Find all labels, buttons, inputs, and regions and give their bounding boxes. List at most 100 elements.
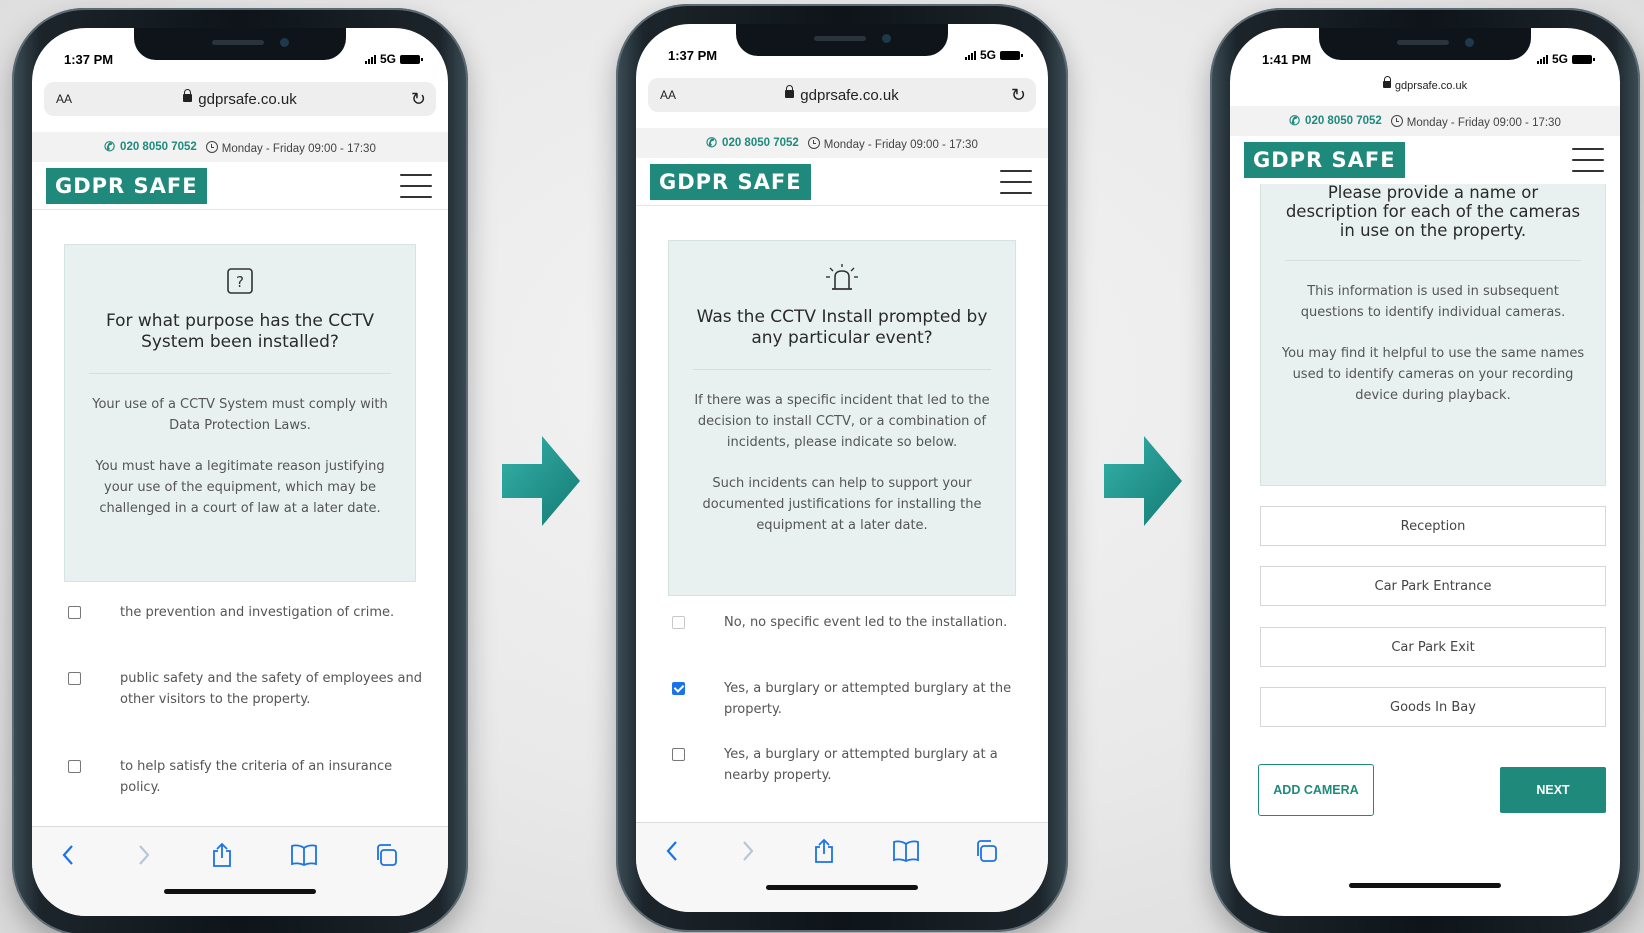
checkbox[interactable] [68,672,81,685]
notch [134,28,346,60]
phone-link[interactable]: ✆ 020 8050 7052 [706,135,799,151]
opening-hours: Monday - Friday 09:00 - 17:30 [1390,114,1561,129]
option-item[interactable]: the prevention and investigation of crim… [68,602,430,623]
address-bar-compact[interactable]: gdprsafe.co.uk [1230,76,1620,92]
question-title: Please provide a name or description for… [1285,183,1581,261]
flow-arrow-icon [1104,436,1182,526]
url-domain: gdprsafe.co.uk [800,86,899,104]
phone-link[interactable]: ✆ 020 8050 7052 [104,139,197,155]
address-bar[interactable]: AA gdprsafe.co.uk ↻ [648,78,1036,112]
signal-icon [364,54,376,64]
back-icon[interactable] [658,837,686,865]
question-description: This information is used in subsequent q… [1279,281,1587,406]
bookmarks-icon[interactable] [290,841,318,869]
phone-number: 020 8050 7052 [722,137,799,149]
hamburger-menu-icon[interactable] [1572,148,1604,172]
logo[interactable]: GDPR SAFE [46,168,207,204]
option-item[interactable]: to help satisfy the criteria of an insur… [68,756,430,798]
option-label: Yes, a burglary or attempted burglary at… [724,681,1012,717]
share-icon[interactable] [810,837,838,865]
forward-icon[interactable] [130,841,158,869]
hamburger-menu-icon[interactable] [400,174,432,198]
option-item[interactable]: Yes, a burglary or attempted burglary at… [672,678,1030,720]
camera-name-input[interactable] [1260,566,1606,606]
share-icon[interactable] [208,841,236,869]
logo[interactable]: GDPR SAFE [650,164,811,200]
phone-icon: ✆ [104,139,116,154]
checkbox[interactable] [672,616,685,629]
status-time: 1:37 PM [668,48,718,63]
checkbox[interactable] [672,748,685,761]
phone-link[interactable]: ✆ 020 8050 7052 [1289,113,1382,129]
question-description: If there was a specific incident that le… [687,390,997,536]
checkbox-checked[interactable] [672,682,685,695]
lock-icon [183,89,193,102]
checkbox[interactable] [68,760,81,773]
tabs-icon[interactable] [972,837,1000,865]
contact-bar: ✆ 020 8050 7052 Monday - Friday 09:00 - … [32,132,448,162]
notch [736,24,948,56]
logo[interactable]: GDPR SAFE [1244,142,1405,178]
signal-icon [964,50,976,60]
browser-toolbar [636,822,1048,912]
browser-toolbar [32,826,448,916]
network-label: 5G [379,52,396,66]
battery-icon [1000,50,1023,60]
reload-icon[interactable]: ↻ [1011,85,1026,106]
svg-text:?: ? [236,273,244,291]
option-label: No, no specific event led to the install… [724,615,1008,630]
url-domain: gdprsafe.co.uk [1394,80,1468,92]
clock-icon [205,140,218,153]
next-button[interactable]: NEXT [1500,767,1606,813]
tabs-icon[interactable] [372,841,400,869]
status-time: 1:41 PM [1262,52,1312,67]
lock-icon [1382,76,1391,88]
home-indicator[interactable] [164,889,316,894]
network-label: 5G [979,48,996,62]
option-label: public safety and the safety of employee… [120,671,422,707]
phone-number: 020 8050 7052 [120,141,197,153]
option-label: Yes, a burglary or attempted burglary at… [724,747,998,783]
camera-name-input[interactable] [1260,506,1606,546]
checkbox[interactable] [68,606,81,619]
description-paragraph: Such incidents can help to support your … [702,476,982,533]
hamburger-menu-icon[interactable] [1000,170,1032,194]
phone-screen-3: 1:41 PM 5G gdprsafe.co.uk ✆ 020 8050 705… [1230,28,1620,916]
phone-number: 020 8050 7052 [1305,115,1382,127]
camera-name-input[interactable] [1260,627,1606,667]
question-panel: Please provide a name or description for… [1260,178,1606,486]
question-title: Was the CCTV Install prompted by any par… [693,307,991,370]
question-mark-icon: ? [83,267,397,297]
phone-screen-2: 1:37 PM 5G AA gdprsafe.co.uk ↻ ✆ 020 805… [636,24,1048,912]
add-camera-button[interactable]: ADD CAMERA [1258,764,1374,816]
phone-screen-1: 1:37 PM 5G AA gdprsafe.co.uk ↻ ✆ 020 805… [32,28,448,916]
reader-aa-button[interactable]: AA [660,88,676,102]
option-item[interactable]: public safety and the safety of employee… [68,668,430,710]
forward-icon[interactable] [734,837,762,865]
option-item[interactable]: No, no specific event led to the install… [672,612,1030,633]
clock-icon [1390,114,1403,127]
flow-arrow-icon [502,436,580,526]
network-label: 5G [1551,52,1568,66]
option-item[interactable]: Yes, a burglary or attempted burglary at… [672,744,1030,786]
home-indicator[interactable] [766,885,918,890]
reload-icon[interactable]: ↻ [411,89,426,110]
camera-name-input[interactable] [1260,687,1606,727]
clock-icon [807,136,820,149]
option-label: to help satisfy the criteria of an insur… [120,759,393,795]
status-indicators: 5G [964,48,1023,62]
back-icon[interactable] [54,841,82,869]
battery-icon [400,54,423,64]
reader-aa-button[interactable]: AA [56,92,72,106]
description-paragraph: This information is used in subsequent q… [1300,284,1566,320]
home-indicator[interactable] [1349,883,1501,888]
address-bar[interactable]: AA gdprsafe.co.uk ↻ [44,82,436,116]
status-indicators: 5G [364,52,423,66]
opening-hours: Monday - Friday 09:00 - 17:30 [807,136,978,151]
phone-frame-2: 1:37 PM 5G AA gdprsafe.co.uk ↻ ✆ 020 805… [616,4,1068,932]
contact-bar: ✆ 020 8050 7052 Monday - Friday 09:00 - … [1230,106,1620,136]
description-paragraph: If there was a specific incident that le… [694,393,990,450]
question-description: Your use of a CCTV System must comply wi… [83,394,397,519]
bookmarks-icon[interactable] [892,837,920,865]
site-header: GDPR SAFE [1230,136,1620,184]
